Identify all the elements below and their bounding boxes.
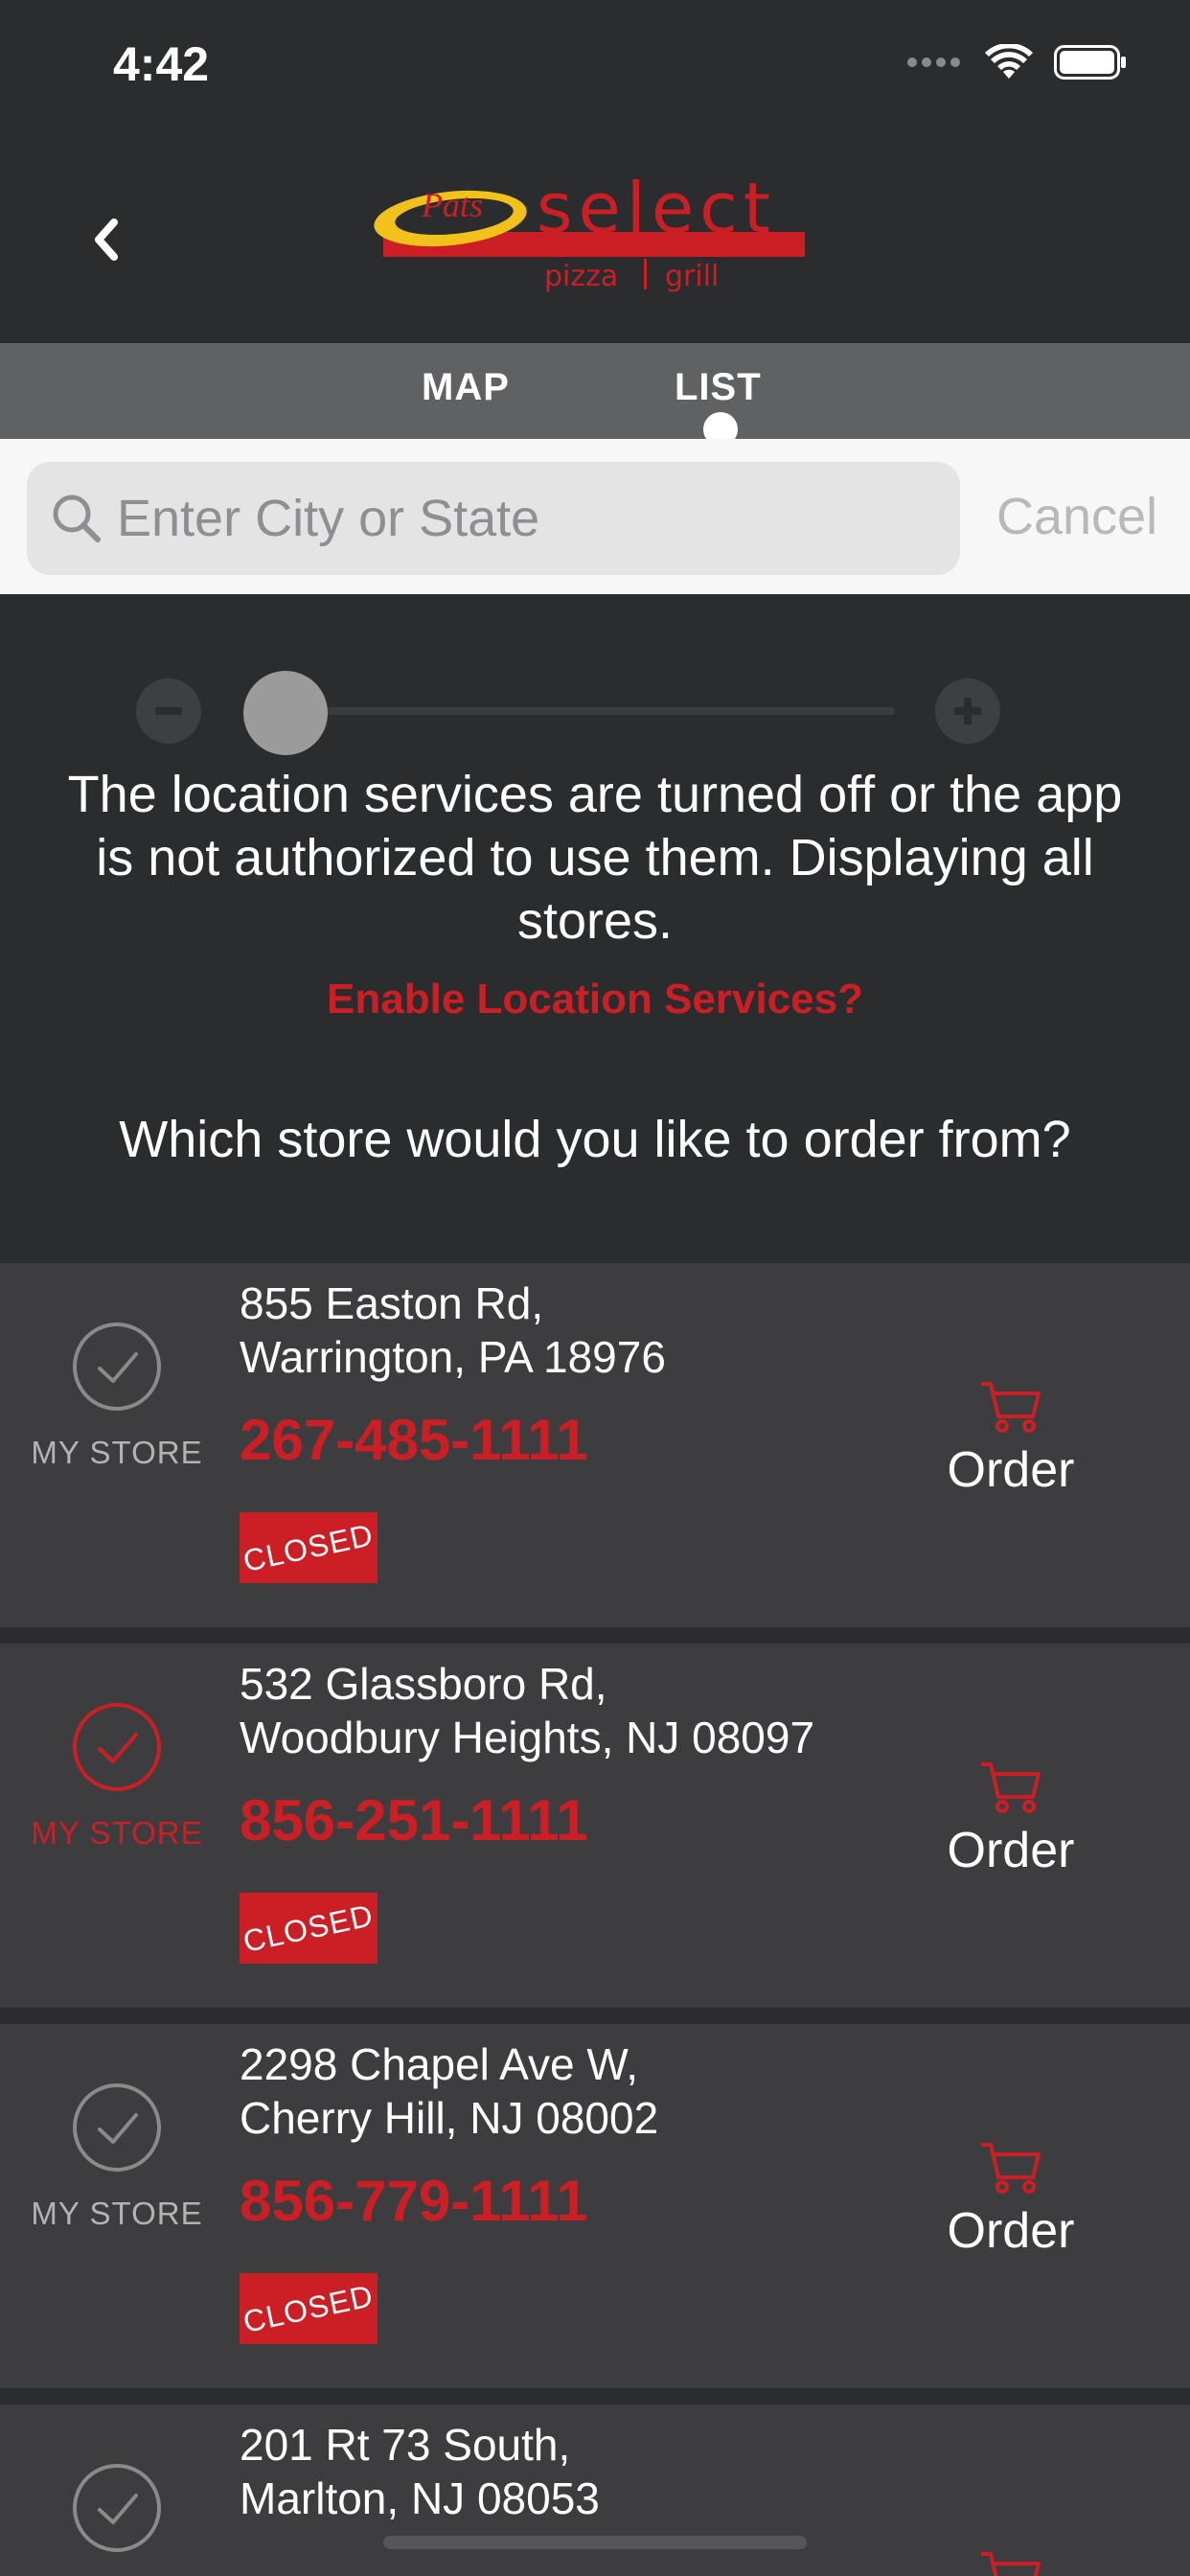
store-address: 855 Easton Rd, Warrington, PA 18976 xyxy=(240,1276,666,1384)
battery-icon xyxy=(1054,45,1126,80)
brand-logo: Pats select pizza grill xyxy=(374,168,805,293)
zoom-in-icon xyxy=(954,698,981,724)
my-store-label: MY STORE xyxy=(31,1815,203,1851)
check-circle-icon xyxy=(73,2083,161,2172)
my-store-label: MY STORE xyxy=(31,2196,203,2231)
address-line-2: Warrington, PA 18976 xyxy=(240,1332,666,1382)
store-card[interactable]: 201 Rt 73 South, Marlton, NJ 08053 xyxy=(0,2404,1190,2576)
svg-text:grill: grill xyxy=(665,260,719,293)
closed-badge: CLOSED xyxy=(240,2273,378,2344)
back-button[interactable] xyxy=(77,201,134,278)
order-button[interactable]: Order xyxy=(939,1378,1083,1499)
status-time: 4:42 xyxy=(113,37,210,91)
distance-slider xyxy=(0,671,1190,755)
store-prompt: Which store would you like to order from… xyxy=(119,1111,1071,1168)
enable-location-link[interactable]: Enable Location Services? xyxy=(0,976,1190,1024)
home-indicator xyxy=(383,2536,807,2549)
store-phone[interactable]: 856-779-1111 xyxy=(240,2168,588,2234)
my-store-toggle[interactable]: MY STORE xyxy=(19,1321,215,1471)
order-button[interactable]: Order xyxy=(939,1759,1083,1879)
location-message: The location services are turned off or … xyxy=(67,766,1123,950)
check-circle-icon xyxy=(73,2464,161,2552)
status-text: CLOSED xyxy=(240,1897,377,1959)
cart-icon xyxy=(981,1382,1041,1433)
address-line-2: Woodbury Heights, NJ 08097 xyxy=(240,1713,815,1762)
closed-badge: CLOSED xyxy=(240,1512,378,1583)
order-label: Order xyxy=(947,1442,1075,1498)
cart-icon xyxy=(981,1762,1041,1813)
svg-text:Pats: Pats xyxy=(421,186,483,224)
my-store-label: MY STORE xyxy=(31,1435,203,1470)
slider-thumb[interactable] xyxy=(243,671,328,755)
tab-map[interactable]: MAP xyxy=(422,366,510,409)
cart-icon xyxy=(981,2143,1041,2194)
cart-icon xyxy=(981,2552,1041,2576)
svg-text:pizza: pizza xyxy=(544,260,618,293)
status-text: CLOSED xyxy=(240,2277,377,2339)
store-card[interactable]: MY STORE 855 Easton Rd, Warrington, PA 1… xyxy=(0,1263,1190,1627)
store-card[interactable]: MY STORE 532 Glassboro Rd, Woodbury Heig… xyxy=(0,1644,1190,2008)
zoom-out-button[interactable] xyxy=(136,678,201,744)
search-box[interactable] xyxy=(27,462,960,575)
store-phone[interactable]: 267-485-1111 xyxy=(240,1407,588,1473)
store-phone[interactable]: 856-251-1111 xyxy=(240,1787,588,1853)
store-card[interactable]: MY STORE 2298 Chapel Ave W, Cherry Hill,… xyxy=(0,2024,1190,2388)
slider-track[interactable] xyxy=(243,707,895,715)
my-store-toggle[interactable]: MY STORE xyxy=(19,1701,215,1852)
check-circle-icon xyxy=(73,1322,161,1411)
store-address: 532 Glassboro Rd, Woodbury Heights, NJ 0… xyxy=(240,1657,814,1764)
my-store-toggle[interactable]: MY STORE xyxy=(19,2082,215,2232)
my-store-toggle[interactable] xyxy=(19,2462,215,2559)
order-button[interactable] xyxy=(939,2548,1083,2576)
wifi-icon xyxy=(985,44,1033,79)
cancel-button[interactable]: Cancel xyxy=(996,487,1157,546)
address-line-1: 855 Easton Rd, xyxy=(240,1278,544,1328)
order-label: Order xyxy=(947,1823,1075,1878)
view-tabs: MAP LIST xyxy=(0,343,1190,447)
tab-list[interactable]: LIST xyxy=(675,366,762,409)
back-chevron-icon xyxy=(95,218,118,261)
address-line-2: Cherry Hill, NJ 08002 xyxy=(240,2093,659,2143)
search-input[interactable] xyxy=(117,489,941,548)
status-icons xyxy=(906,44,1127,80)
address-line-1: 201 Rt 73 South, xyxy=(240,2420,571,2470)
check-circle-icon xyxy=(73,1703,161,1791)
status-text: CLOSED xyxy=(240,1516,377,1578)
closed-badge: CLOSED xyxy=(240,1893,378,1964)
order-button[interactable]: Order xyxy=(939,2139,1083,2260)
search-bar: Cancel xyxy=(0,439,1190,594)
status-bar: 4:42 xyxy=(0,0,1190,134)
store-address: 201 Rt 73 South, Marlton, NJ 08053 xyxy=(240,2418,600,2525)
zoom-in-button[interactable] xyxy=(935,678,1000,744)
order-label: Order xyxy=(947,2203,1075,2259)
address-line-2: Marlton, NJ 08053 xyxy=(240,2473,600,2523)
address-line-1: 532 Glassboro Rd, xyxy=(240,1659,607,1709)
search-icon xyxy=(53,494,101,542)
svg-text:select: select xyxy=(537,168,776,248)
address-line-1: 2298 Chapel Ave W, xyxy=(240,2039,638,2089)
store-address: 2298 Chapel Ave W, Cherry Hill, NJ 08002 xyxy=(240,2037,658,2145)
signal-icon xyxy=(907,58,960,67)
zoom-out-icon xyxy=(155,707,182,715)
header: Pats select pizza grill xyxy=(0,134,1190,343)
